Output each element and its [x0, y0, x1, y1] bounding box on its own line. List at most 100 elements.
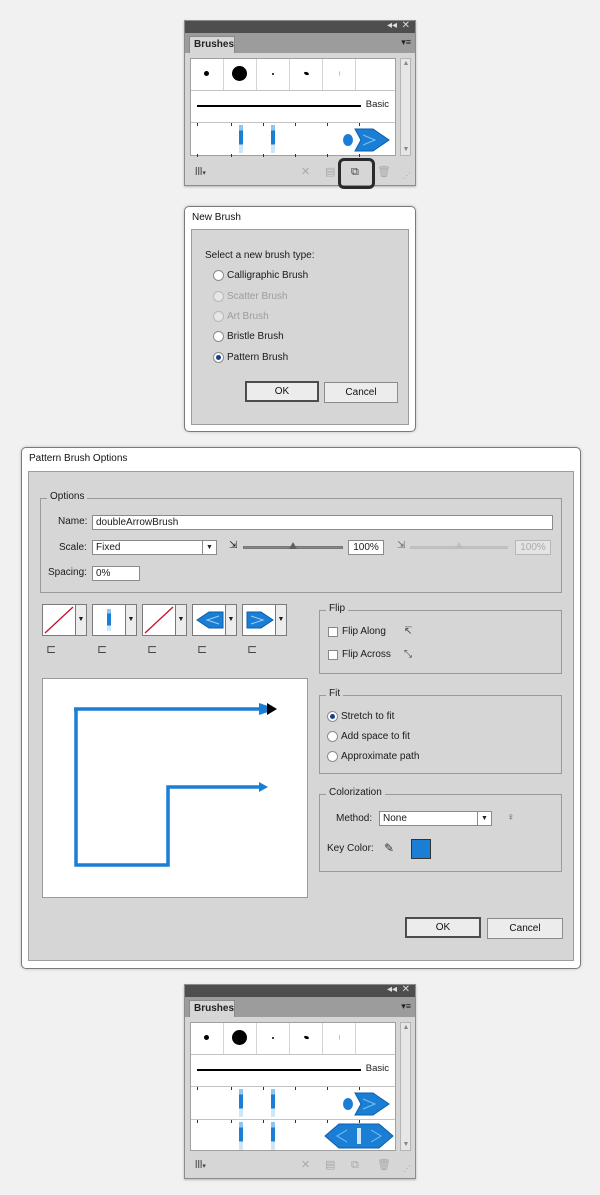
cancel-button[interactable]: Cancel — [324, 382, 398, 403]
new-brush-dialog: New Brush Select a new brush type: Calli… — [184, 206, 416, 432]
radio-bristle-brush[interactable] — [213, 331, 224, 342]
brush-swatch[interactable] — [257, 59, 290, 90]
scale-select[interactable]: Fixed ▼ — [92, 540, 217, 555]
side-tile-dropdown[interactable]: ▼ — [76, 604, 87, 636]
brushes-panel-before: ◂◂ ✕ Brushes ▾≡ Basic ▲ ▼ lll▾ ✕ ▤ ⧉ 🗑 ⋰ — [184, 20, 416, 186]
basic-brush-row[interactable]: Basic — [191, 1055, 395, 1087]
brushes-panel-after: ◂◂ ✕ Brushes ▾≡ Basic ▲ ▼ lll▾ ✕ ▤ ⧉ 🗑 ⋰ — [184, 984, 416, 1179]
end-tile-dropdown[interactable]: ▼ — [276, 604, 287, 636]
dialog-body: Select a new brush type: Calligraphic Br… — [191, 229, 409, 425]
radio-approximate-path[interactable] — [327, 751, 338, 762]
scroll-down-icon[interactable]: ▼ — [402, 146, 410, 154]
start-tile-dropdown[interactable]: ▼ — [226, 604, 237, 636]
inner-corner-tile[interactable] — [142, 604, 176, 636]
scroll-down-icon[interactable]: ▼ — [402, 1141, 410, 1149]
new-brush-highlight — [338, 158, 375, 189]
key-color-label: Key Color: — [327, 843, 374, 854]
resize-grip-icon[interactable]: ⋰ — [403, 170, 411, 182]
ok-button[interactable]: OK — [405, 917, 481, 938]
brush-swatch[interactable] — [257, 1023, 290, 1054]
brush-swatch[interactable] — [224, 59, 257, 90]
none-tile-icon — [144, 606, 174, 634]
options-group-title: Options — [47, 491, 88, 502]
inner-corner-tile-dropdown[interactable]: ▼ — [176, 604, 187, 636]
none-tile-icon — [44, 606, 74, 634]
method-label: Method: — [336, 813, 373, 824]
close-icon[interactable]: ✕ — [402, 20, 410, 32]
new-brush-icon[interactable]: ⧉ — [351, 1159, 359, 1171]
brush-swatch[interactable] — [224, 1023, 257, 1054]
scroll-up-icon[interactable]: ▲ — [402, 60, 410, 68]
chevron-down-icon: ▼ — [202, 541, 216, 554]
side-tile[interactable] — [42, 604, 76, 636]
spacing-label: Spacing: — [48, 567, 87, 578]
close-icon[interactable]: ✕ — [402, 984, 410, 996]
flip-across-checkbox[interactable] — [328, 650, 338, 660]
remove-stroke-icon[interactable]: ✕ — [301, 1159, 310, 1171]
tab-brushes[interactable]: Brushes — [189, 1000, 235, 1017]
pattern-row[interactable] — [191, 123, 395, 157]
pattern-tile-preview — [271, 125, 275, 153]
brush-swatch[interactable] — [191, 59, 224, 90]
max-scale-slider-thumb — [455, 542, 463, 549]
basic-brush-row[interactable]: Basic — [191, 91, 395, 123]
options-group: Options Name: doubleArrowBrush Scale: Fi… — [40, 491, 562, 593]
ok-button[interactable]: OK — [245, 381, 319, 402]
outer-corner-tile[interactable] — [92, 604, 126, 636]
radio-art-brush — [213, 311, 224, 322]
delete-brush-icon[interactable]: 🗑 — [377, 166, 391, 178]
key-color-swatch[interactable] — [411, 839, 431, 859]
scale-percent-field[interactable]: 100% — [348, 540, 384, 555]
radio-stretch-to-fit[interactable] — [327, 711, 338, 722]
radio-calligraphic-brush[interactable] — [213, 270, 224, 281]
brush-libraries-icon[interactable]: lll▾ — [195, 166, 206, 180]
calligraphic-row — [191, 1023, 395, 1055]
pattern-brush-options-dialog: Pattern Brush Options Options Name: doub… — [21, 447, 581, 969]
brush-swatch[interactable] — [290, 1023, 323, 1054]
brush-swatch[interactable] — [290, 59, 323, 90]
end-tile-icon: ⊏ — [247, 642, 258, 656]
pattern-row[interactable] — [191, 1087, 395, 1120]
method-select[interactable]: None ▼ — [379, 811, 492, 826]
radio-add-space-to-fit[interactable] — [327, 731, 338, 742]
panel-menu-icon[interactable]: ▾≡ — [401, 1001, 411, 1011]
double-arrow-brush-row[interactable] — [191, 1120, 395, 1152]
spacing-field[interactable]: 0% — [92, 566, 140, 581]
scroll-up-icon[interactable]: ▲ — [402, 1024, 410, 1032]
outer-corner-tile-dropdown[interactable]: ▼ — [126, 604, 137, 636]
cancel-button[interactable]: Cancel — [487, 918, 563, 939]
delete-brush-icon[interactable]: 🗑 — [377, 1159, 391, 1171]
start-tile[interactable] — [192, 604, 226, 636]
brush-swatch[interactable] — [191, 1023, 224, 1054]
brush-libraries-icon[interactable]: lll▾ — [195, 1159, 206, 1173]
preview-path — [74, 703, 277, 867]
remove-stroke-icon[interactable]: ✕ — [301, 166, 310, 178]
radio-pattern-brush[interactable] — [213, 352, 224, 363]
flip-along-checkbox[interactable] — [328, 627, 338, 637]
scale-label: Scale: — [59, 542, 87, 553]
stretch-to-fit-label: Stretch to fit — [341, 711, 395, 722]
tab-brushes[interactable]: Brushes — [189, 36, 235, 53]
flip-group-title: Flip — [326, 603, 349, 614]
name-field[interactable]: doubleArrowBrush — [92, 515, 553, 530]
end-tile[interactable] — [242, 604, 276, 636]
brush-options-icon[interactable]: ▤ — [325, 166, 335, 178]
fit-group: Fit Stretch to fit Add space to fit Appr… — [319, 688, 562, 774]
eyedropper-icon[interactable]: ✎ — [384, 841, 394, 855]
new-double-arrow-brush-preview — [324, 1123, 394, 1149]
brush-swatch[interactable] — [323, 1023, 356, 1054]
collapse-icon[interactable]: ◂◂ — [387, 20, 397, 32]
scale-slider-thumb[interactable] — [289, 542, 297, 549]
brush-options-icon[interactable]: ▤ — [325, 1159, 335, 1171]
tips-lightbulb-icon[interactable]: ♀ — [507, 812, 515, 823]
collapse-icon[interactable]: ◂◂ — [387, 984, 397, 996]
inner-corner-tile-icon: ⊏ — [147, 642, 158, 656]
panel-footer: lll▾ ✕ ▤ ⧉ 🗑 ⋰ — [185, 163, 415, 185]
name-label: Name: — [58, 516, 88, 527]
panel-menu-icon[interactable]: ▾≡ — [401, 37, 411, 47]
brush-list-scrollbar[interactable]: ▲ ▼ — [400, 58, 411, 156]
flip-across-label: Flip Across — [342, 649, 391, 660]
resize-grip-icon[interactable]: ⋰ — [403, 1163, 411, 1175]
brush-swatch[interactable] — [323, 59, 356, 90]
brush-list-scrollbar[interactable]: ▲ ▼ — [400, 1022, 411, 1151]
